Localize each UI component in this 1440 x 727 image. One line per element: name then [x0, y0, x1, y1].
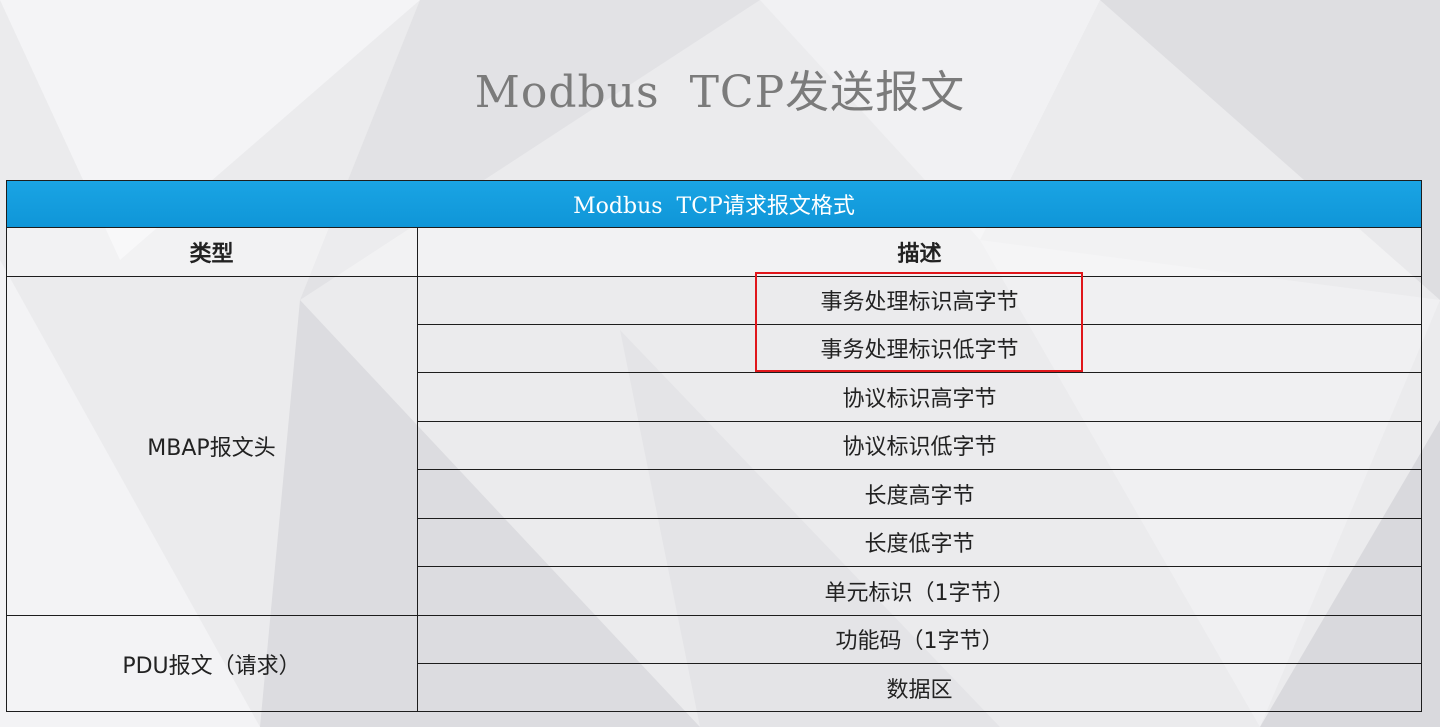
table-row: 长度高字节: [864, 483, 975, 509]
table-row: 事务处理标识低字节: [820, 338, 1019, 363]
type-mbap-header: MBAP报文头: [147, 435, 276, 461]
type-pdu-request: PDU报文（请求）: [122, 653, 301, 679]
table-caption: Modbus TCP请求报文格式: [6, 180, 1422, 228]
table-row: 数据区: [886, 677, 953, 703]
row-divider: [417, 518, 1422, 519]
slide-title: Modbus TCP发送报文: [474, 67, 966, 118]
table-row: 协议标识高字节: [842, 386, 997, 412]
header-description: 描述: [417, 228, 1422, 276]
request-format-table: Modbus TCP请求报文格式 类型 描述 MBAP报文头 PDU报文（请求）…: [6, 180, 1422, 712]
table-row: 协议标识低字节: [842, 435, 997, 460]
row-divider: [6, 615, 1422, 616]
header-type: 类型: [6, 228, 417, 276]
row-divider: [6, 276, 1422, 277]
table-left-border: [6, 228, 7, 712]
table-row: 事务处理标识高字节: [820, 290, 1019, 315]
table-right-border: [1421, 228, 1422, 712]
row-divider: [417, 663, 1422, 664]
row-divider: [417, 324, 1422, 325]
table-row: 单元标识（1字节）: [824, 580, 1015, 606]
row-divider: [417, 566, 1422, 567]
row-divider: [417, 469, 1422, 470]
column-divider: [417, 228, 418, 712]
table-bottom-border: [6, 711, 1422, 712]
row-divider: [417, 421, 1422, 422]
table-row: 长度低字节: [864, 532, 975, 557]
table-row: 功能码（1字节）: [835, 629, 1004, 654]
row-divider: [417, 372, 1422, 373]
